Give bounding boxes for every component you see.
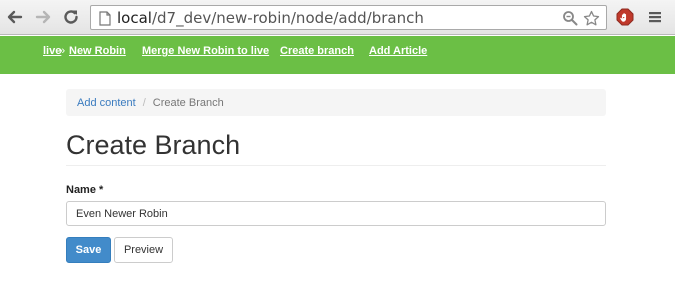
save-button[interactable]: Save <box>66 237 111 263</box>
browser-toolbar: local/d7_dev/new-robin/node/add/branch <box>0 0 675 35</box>
name-field[interactable] <box>66 201 606 226</box>
adminbar-merge-link[interactable]: Merge New Robin to live <box>142 45 269 57</box>
breadcrumb-current: Create Branch <box>152 96 224 109</box>
adminbar-create-branch-link[interactable]: Create branch <box>280 45 354 57</box>
extension-button[interactable] <box>614 6 636 28</box>
forward-arrow-icon <box>35 10 51 24</box>
menu-button[interactable] <box>644 6 666 28</box>
hamburger-menu-icon <box>649 12 661 23</box>
preview-button[interactable]: Preview <box>114 237 173 263</box>
forward-button[interactable] <box>32 6 54 28</box>
stop-sign-extension-icon <box>616 8 634 26</box>
page-icon <box>96 9 114 27</box>
back-button[interactable] <box>4 6 26 28</box>
adminbar-current-site-link[interactable]: New Robin <box>69 45 126 57</box>
breadcrumb-separator: / <box>142 96 146 109</box>
back-arrow-icon <box>7 10 23 24</box>
name-field-label: Name * <box>66 184 104 196</box>
url-host: local <box>117 9 152 27</box>
adminbar-separator: » <box>59 45 66 57</box>
page-title: Create Branch <box>66 130 241 160</box>
zoom-search-icon[interactable] <box>561 9 579 27</box>
url-path: /d7_dev/new-robin/node/add/branch <box>151 9 424 27</box>
breadcrumb-add-content-link[interactable]: Add content <box>77 97 136 109</box>
adminbar-add-article-link[interactable]: Add Article <box>369 45 427 57</box>
address-bar[interactable]: local/d7_dev/new-robin/node/add/branch <box>90 5 607 30</box>
url-text[interactable]: local/d7_dev/new-robin/node/add/branch <box>117 8 424 28</box>
reload-icon <box>64 10 78 24</box>
title-divider <box>66 165 606 166</box>
reload-button[interactable] <box>60 6 82 28</box>
bookmark-star-icon[interactable] <box>582 9 600 27</box>
breadcrumb: Add content / Create Branch <box>66 89 606 116</box>
admin-menu-bar: live » New Robin Merge New Robin to live… <box>0 36 675 74</box>
